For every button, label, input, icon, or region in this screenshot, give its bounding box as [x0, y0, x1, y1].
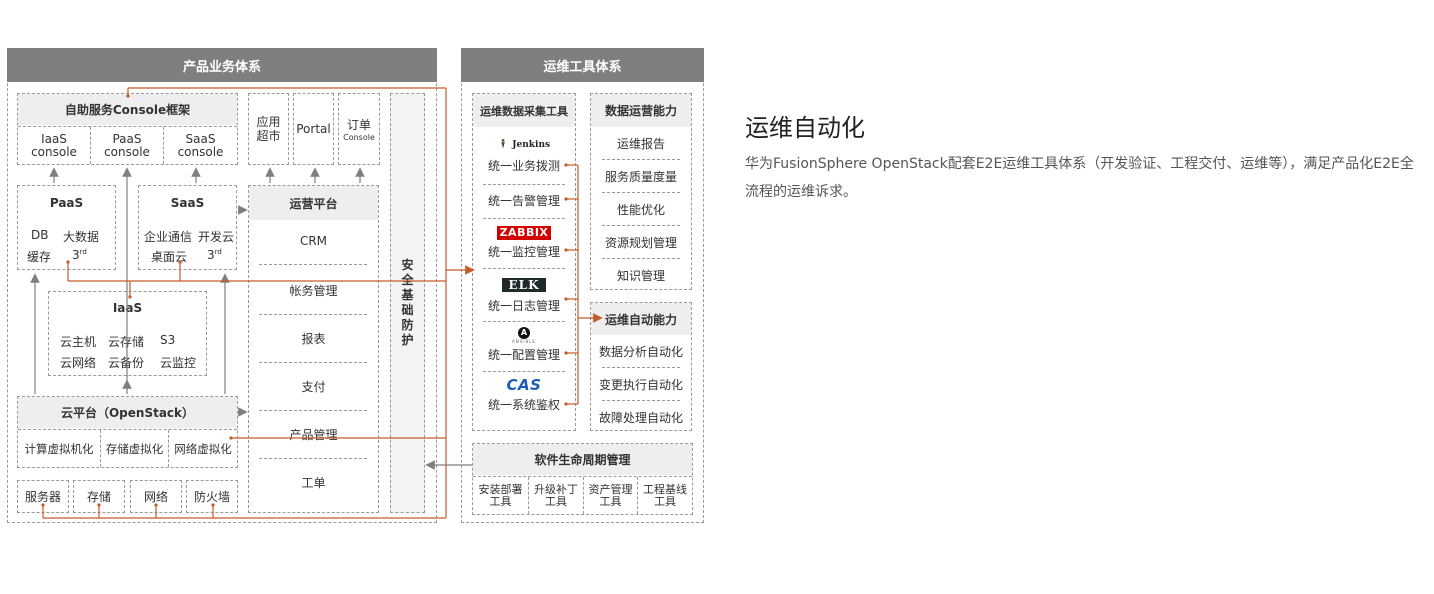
- order-console: 订单 Console: [338, 93, 380, 165]
- app-market: 应用 超市: [248, 93, 289, 165]
- saas-3rd: 3rd: [207, 248, 222, 262]
- hw-server: 服务器: [17, 480, 69, 513]
- saas-devcloud: 开发云: [198, 230, 235, 244]
- iaas-title: IaaS: [112, 301, 143, 315]
- ops-ticket: 工单: [301, 475, 326, 490]
- paas-db: DB: [31, 228, 49, 242]
- ops-report: 报表: [301, 331, 326, 346]
- collect-dial-test: 统一业务拨测: [487, 158, 560, 173]
- lifecycle-install: 安装部署 工具: [478, 483, 523, 508]
- iaas-network: 云网络: [60, 356, 97, 370]
- portal: Portal: [293, 93, 334, 165]
- auto-ops-title: 运维自动能力: [591, 303, 691, 335]
- data-ops-title: 数据运营能力: [591, 94, 691, 127]
- iaas-s3: S3: [160, 333, 176, 347]
- collect-auth: 统一系统鉴权: [487, 397, 560, 412]
- lifecycle-upgrade: 升级补丁 工具: [534, 483, 578, 508]
- collect-config: 统一配置管理: [487, 347, 560, 362]
- product-business-header: 产品业务体系: [7, 48, 437, 82]
- data-ops-knowledge: 知识管理: [616, 268, 665, 283]
- lifecycle-title: 软件生命周期管理: [473, 444, 692, 475]
- cloud-platform-title: 云平台（OpenStack）: [18, 397, 237, 428]
- auto-ops-change: 变更执行自动化: [598, 377, 683, 392]
- saas-desktop: 桌面云: [151, 250, 188, 264]
- collect-alarm: 统一告警管理: [487, 193, 560, 208]
- console-frame-title: 自助服务Console框架: [18, 94, 237, 125]
- elk-logo: ELK: [473, 278, 575, 292]
- ops-payment: 支付: [301, 379, 326, 394]
- network-virt: 网络虚拟化: [174, 442, 232, 456]
- hw-network: 网络: [130, 480, 182, 513]
- paas-title: PaaS: [49, 196, 84, 210]
- ops-product: 产品管理: [289, 427, 338, 442]
- auto-ops-fault: 故障处理自动化: [598, 410, 683, 425]
- iaas-console: IaaS console: [31, 132, 77, 159]
- collect-monitor: 统一监控管理: [487, 244, 560, 259]
- zabbix-logo: ZABBIX: [473, 226, 575, 240]
- iaas-host: 云主机: [60, 335, 97, 349]
- security-label: 安全基础防护: [401, 258, 414, 347]
- hw-firewall: 防火墙: [186, 480, 238, 513]
- collect-tools-title: 运维数据采集工具: [473, 94, 575, 127]
- hw-storage: 存储: [73, 480, 125, 513]
- paas-bigdata: 大数据: [63, 230, 100, 244]
- article-title: 运维自动化: [745, 114, 865, 142]
- article-description: 华为FusionSphere OpenStack配套E2E运维工具体系（开发验证…: [745, 156, 1414, 200]
- data-ops-capacity: 资源规划管理: [604, 235, 677, 250]
- data-ops-report: 运维报告: [616, 136, 665, 151]
- iaas-storage: 云存储: [108, 335, 145, 349]
- paas-cache: 缓存: [27, 250, 52, 264]
- collect-log: 统一日志管理: [487, 298, 560, 313]
- saas-title: SaaS: [170, 196, 205, 210]
- ops-platform-title: 运营平台: [249, 186, 378, 220]
- ops-billing: 帐务管理: [289, 283, 338, 298]
- ops-crm: CRM: [299, 234, 328, 248]
- paas-console: PaaS console: [104, 132, 150, 159]
- ansible-logo: A ANSIBLE: [512, 326, 536, 344]
- cas-logo: CAS: [506, 376, 542, 394]
- data-ops-perf: 性能优化: [616, 202, 665, 217]
- lifecycle-asset: 资产管理 工具: [588, 483, 633, 508]
- iaas-monitor: 云监控: [160, 356, 197, 370]
- compute-virt: 计算虚拟机化: [24, 442, 94, 456]
- saas-comm: 企业通信: [144, 230, 193, 244]
- paas-3rd: 3rd: [72, 248, 87, 262]
- iaas-backup: 云备份: [108, 356, 145, 370]
- auto-ops-analysis: 数据分析自动化: [598, 344, 683, 359]
- storage-virt: 存储虚拟化: [105, 442, 164, 456]
- saas-console: SaaS console: [177, 132, 224, 159]
- jenkins-logo: 🕴 Jenkins: [497, 140, 551, 150]
- ops-tools-header: 运维工具体系: [461, 48, 704, 82]
- lifecycle-baseline: 工程基线 工具: [643, 483, 687, 508]
- data-ops-quality: 服务质量度量: [604, 169, 677, 184]
